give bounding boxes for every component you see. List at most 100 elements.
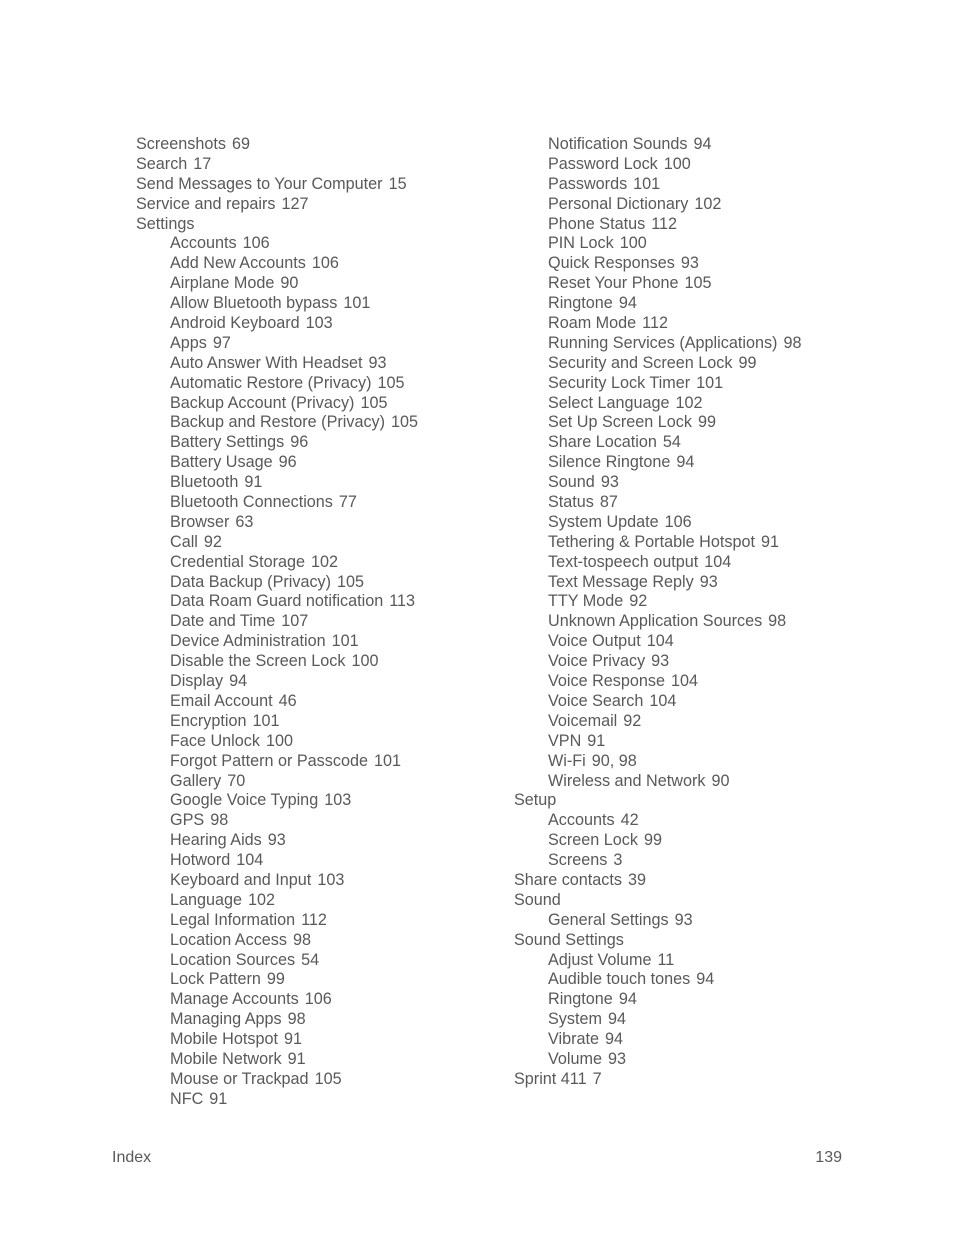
index-term: Security and Screen Lock xyxy=(548,353,733,372)
index-subentry: Add New Accounts 106 xyxy=(136,254,506,274)
index-term: Share Location xyxy=(548,433,657,452)
index-page-ref: 94 xyxy=(618,990,637,1009)
index-term: Setup xyxy=(514,791,557,810)
index-page-ref: 91 xyxy=(287,1049,306,1068)
index-subentry: Battery Settings 96 xyxy=(136,433,506,453)
index-subentry: Voice Response 104 xyxy=(514,672,914,692)
index-term: Mobile Hotspot xyxy=(170,1030,278,1049)
index-subentry: Bluetooth 91 xyxy=(136,473,506,493)
index-term: Adjust Volume xyxy=(548,950,652,969)
index-page-ref: 99 xyxy=(738,353,757,372)
index-subentry: Screens 3 xyxy=(514,851,914,871)
index-term: Keyboard and Input xyxy=(170,870,312,889)
index-page-ref: 100 xyxy=(663,154,691,173)
index-page-ref: 101 xyxy=(343,294,371,313)
index-term: Running Services (Applications) xyxy=(548,333,778,352)
index-subentry: Unknown Application Sources 98 xyxy=(514,612,914,632)
index-subentry: Display 94 xyxy=(136,672,506,692)
index-page-ref: 112 xyxy=(642,314,668,333)
index-page-ref: 93 xyxy=(267,831,286,850)
index-term: Screenshots xyxy=(136,135,226,153)
index-subentry: Automatic Restore (Privacy) 105 xyxy=(136,374,506,394)
index-subentry: GPS 98 xyxy=(136,811,506,831)
index-term: Display xyxy=(170,672,224,691)
index-subentry: Share Location 54 xyxy=(514,433,914,453)
index-subentry: Backup and Restore (Privacy) 105 xyxy=(136,413,506,433)
index-term: Battery Usage xyxy=(170,453,273,472)
index-term: Managing Apps xyxy=(170,1010,282,1029)
index-term: Text-tospeech output xyxy=(548,552,699,571)
index-page-ref: 93 xyxy=(674,910,693,929)
index-term: Browser xyxy=(170,512,230,531)
index-term: Ringtone xyxy=(548,990,613,1009)
index-page-ref: 97 xyxy=(212,333,231,352)
index-term: Vibrate xyxy=(548,1030,599,1049)
index-page-ref: 15 xyxy=(388,174,407,193)
index-page-ref: 93 xyxy=(368,353,387,372)
index-term: Screen Lock xyxy=(548,831,638,850)
index-subentry: Security and Screen Lock 99 xyxy=(514,354,914,374)
index-subentry: Vibrate 94 xyxy=(514,1030,914,1050)
index-subentry: Voice Privacy 93 xyxy=(514,652,914,672)
index-subentry: Voicemail 92 xyxy=(514,712,914,732)
index-subentry: General Settings 93 xyxy=(514,911,914,931)
index-term: Location Sources xyxy=(170,950,296,969)
index-subentry: Accounts 42 xyxy=(514,811,914,831)
index-page-ref: 54 xyxy=(662,433,681,452)
index-subentry: Face Unlock 100 xyxy=(136,732,506,752)
index-subentry: Data Roam Guard notification 113 xyxy=(136,592,506,612)
index-page-ref: 91 xyxy=(244,473,263,492)
index-page-ref: 91 xyxy=(209,1089,228,1108)
index-subentry: Silence Ringtone 94 xyxy=(514,453,914,473)
index-term: Disable the Screen Lock xyxy=(170,652,346,671)
index-subentry: Bluetooth Connections 77 xyxy=(136,493,506,513)
index-term: Device Administration xyxy=(170,632,326,651)
index-term: Automatic Restore (Privacy) xyxy=(170,373,372,392)
index-page-ref: 112 xyxy=(301,910,327,929)
index-term: Search xyxy=(136,154,188,173)
index-term: Send Messages to Your Computer xyxy=(136,174,383,193)
index-page-ref: 105 xyxy=(337,572,365,591)
index-page-ref: 103 xyxy=(317,870,345,889)
index-page-ref: 94 xyxy=(693,135,712,153)
index-page-ref: 102 xyxy=(694,194,722,213)
index-term: Battery Settings xyxy=(170,433,285,452)
index-subentry: Encryption 101 xyxy=(136,712,506,732)
index-page-ref: 98 xyxy=(783,333,802,352)
index-term: Backup and Restore (Privacy) xyxy=(170,413,386,432)
index-entry: Sound Settings xyxy=(514,931,914,951)
index-term: Hotword xyxy=(170,851,231,870)
index-term: Location Access xyxy=(170,930,287,949)
index-subentry: Accounts 106 xyxy=(136,234,506,254)
index-page-ref: 102 xyxy=(248,890,276,909)
index-page-ref: 103 xyxy=(305,314,333,333)
index-subentry: Phone Status 112 xyxy=(514,215,914,235)
index-page-ref: 105 xyxy=(377,373,405,392)
index-term: Call xyxy=(170,532,198,551)
index-page-ref: 92 xyxy=(629,592,648,611)
index-page-ref: 94 xyxy=(696,970,715,989)
index-term: Google Voice Typing xyxy=(170,791,319,810)
index-subentry: Reset Your Phone 105 xyxy=(514,274,914,294)
index-subentry: Airplane Mode 90 xyxy=(136,274,506,294)
index-term: Airplane Mode xyxy=(170,274,275,293)
index-page-ref: 104 xyxy=(704,552,732,571)
index-entry: Setup xyxy=(514,791,914,811)
index-subentry: Apps 97 xyxy=(136,334,506,354)
index-term: Forgot Pattern or Passcode xyxy=(170,751,368,770)
index-page-ref: 90, 98 xyxy=(591,751,637,770)
index-entry: Settings xyxy=(136,215,506,235)
index-subentry: Password Lock 100 xyxy=(514,155,914,175)
index-subentry: Call 92 xyxy=(136,533,506,553)
index-subentry: Passwords 101 xyxy=(514,175,914,195)
index-page-ref: 98 xyxy=(292,930,311,949)
index-page-ref: 112 xyxy=(651,214,678,233)
index-page-ref: 99 xyxy=(697,413,716,432)
index-subentry: Volume 93 xyxy=(514,1050,914,1070)
index-column-right: Notification Sounds 94 Password Lock 100 Pas… xyxy=(514,135,914,1090)
index-page-ref: 87 xyxy=(599,493,618,512)
index-subentry: Disable the Screen Lock 100 xyxy=(136,652,506,672)
index-subentry: Credential Storage 102 xyxy=(136,553,506,573)
index-term: Encryption xyxy=(170,711,247,730)
index-subentry: Select Language 102 xyxy=(514,394,914,414)
